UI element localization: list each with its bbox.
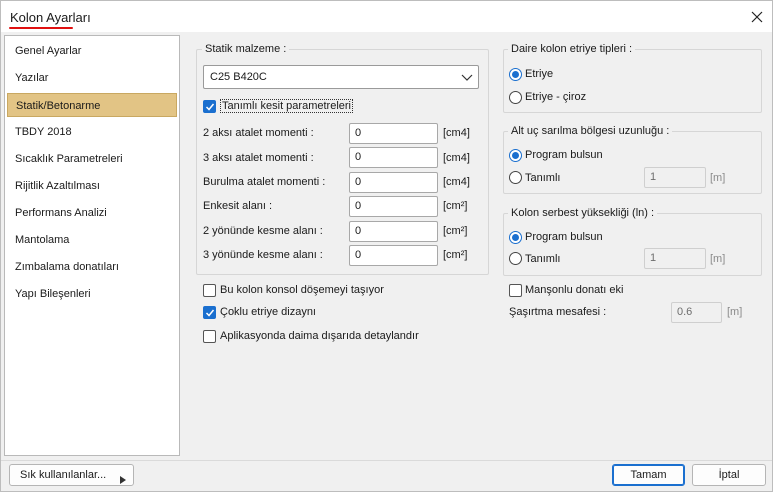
sidebar-item-yazilar[interactable]: Yazılar	[7, 66, 177, 90]
axis3-inertia-unit: [cm4]	[443, 152, 470, 164]
row-label-axis2-inertia: 2 aksı atalet momenti :	[203, 127, 314, 139]
shear-area-3-input[interactable]: 0	[349, 245, 438, 266]
triangle-right-icon	[120, 471, 126, 491]
always-outside-label: Aplikasyonda daima dışarıda detaylandır	[220, 330, 419, 342]
close-icon[interactable]	[747, 7, 767, 27]
sidebar: Genel Ayarlar Yazılar Statik/Betonarme T…	[4, 35, 180, 456]
cancel-button[interactable]: İptal	[692, 464, 766, 486]
shear-area-3-unit: [cm²]	[443, 249, 468, 261]
free-height-label-defined: Tanımlı	[525, 253, 561, 265]
window-title: Kolon Ayarları	[10, 10, 91, 25]
sidebar-item-genel-ayarlar[interactable]: Genel Ayarlar	[7, 39, 177, 63]
torsion-inertia-unit: [cm4]	[443, 176, 470, 188]
section-area-input[interactable]: 0	[349, 196, 438, 217]
confinement-length-group-label: Alt uç sarılma bölgesi uzunluğu :	[508, 125, 673, 137]
title-underline	[9, 27, 73, 29]
stirrup-radio-etriye[interactable]	[509, 68, 522, 81]
shear-area-2-unit: [cm²]	[443, 225, 468, 237]
sleeve-label: Manşonlu donatı eki	[525, 284, 624, 296]
free-height-group	[503, 213, 762, 276]
row-label-shear-area-3: 3 yönünde kesme alanı :	[203, 249, 323, 261]
confinement-length-group	[503, 131, 762, 194]
defined-section-label: Tanımlı kesit parametreleri	[220, 99, 353, 113]
ok-button[interactable]: Tamam	[612, 464, 685, 486]
cantilever-checkbox[interactable]	[203, 284, 216, 297]
row-label-shear-area-2: 2 yönünde kesme alanı :	[203, 225, 323, 237]
confinement-length-input[interactable]: 1	[644, 167, 706, 188]
stirrup-radio-ciroz[interactable]	[509, 91, 522, 104]
axis2-inertia-unit: [cm4]	[443, 127, 470, 139]
sidebar-item-zimbalama[interactable]: Zımbalama donatıları	[7, 255, 177, 279]
row-label-section-area: Enkesit alanı :	[203, 200, 273, 212]
cantilever-label: Bu kolon konsol döşemeyi taşıyor	[220, 284, 384, 296]
sleeve-checkbox[interactable]	[509, 284, 522, 297]
material-select[interactable]: C25 B420C	[203, 65, 479, 89]
section-area-unit: [cm²]	[443, 200, 468, 212]
confinement-radio-defined[interactable]	[509, 171, 522, 184]
always-outside-checkbox[interactable]	[203, 330, 216, 343]
row-label-torsion-inertia: Burulma atalet momenti :	[203, 176, 326, 188]
footer-separator	[1, 460, 772, 461]
static-material-group-label: Statik malzeme :	[202, 43, 290, 55]
stirrup-label-ciroz: Etriye - çiroz	[525, 91, 587, 103]
shear-area-2-input[interactable]: 0	[349, 221, 438, 242]
dialog-window: Kolon Ayarları Genel Ayarlar Yazılar Sta…	[0, 0, 773, 492]
defined-section-checkbox[interactable]	[203, 100, 216, 113]
multi-stirrup-checkbox[interactable]	[203, 306, 216, 319]
title-bar: Kolon Ayarları	[1, 1, 772, 32]
chevron-down-icon	[461, 69, 473, 85]
stirrup-types-group-label: Daire kolon etriye tipleri :	[508, 43, 636, 55]
sidebar-item-yapi-bilesenleri[interactable]: Yapı Bileşenleri	[7, 282, 177, 306]
stirrup-types-group	[503, 49, 762, 113]
free-height-group-label: Kolon serbest yüksekliği (ln) :	[508, 207, 658, 219]
sidebar-item-performans[interactable]: Performans Analizi	[7, 201, 177, 225]
material-select-value: C25 B420C	[210, 71, 267, 83]
axis3-inertia-input[interactable]: 0	[349, 147, 438, 168]
favorites-button[interactable]: Sık kullanılanlar...	[9, 464, 134, 486]
sidebar-item-rijitlik[interactable]: Rijitlik Azaltılması	[7, 174, 177, 198]
free-height-input[interactable]: 1	[644, 248, 706, 269]
free-height-unit: [m]	[710, 253, 726, 265]
offset-label: Şaşırtma mesafesi :	[509, 306, 607, 318]
free-height-radio-program[interactable]	[509, 231, 522, 244]
favorites-label: Sık kullanılanlar...	[20, 469, 107, 481]
multi-stirrup-label: Çoklu etriye dizaynı	[220, 306, 316, 318]
offset-unit: [m]	[727, 306, 743, 318]
free-height-radio-defined[interactable]	[509, 252, 522, 265]
confinement-label-program: Program bulsun	[525, 149, 603, 161]
sidebar-item-statik-betonarme[interactable]: Statik/Betonarme	[7, 93, 177, 117]
offset-input[interactable]: 0.6	[671, 302, 722, 323]
sidebar-item-tbdy-2018[interactable]: TBDY 2018	[7, 120, 177, 144]
axis2-inertia-input[interactable]: 0	[349, 123, 438, 144]
confinement-label-defined: Tanımlı	[525, 172, 561, 184]
torsion-inertia-input[interactable]: 0	[349, 172, 438, 193]
stirrup-label-etriye: Etriye	[525, 68, 554, 80]
confinement-length-unit: [m]	[710, 172, 726, 184]
confinement-radio-program[interactable]	[509, 149, 522, 162]
sidebar-item-mantolama[interactable]: Mantolama	[7, 228, 177, 252]
row-label-axis3-inertia: 3 aksı atalet momenti :	[203, 152, 314, 164]
sidebar-item-sicaklik[interactable]: Sıcaklık Parametreleri	[7, 147, 177, 171]
free-height-label-program: Program bulsun	[525, 231, 603, 243]
